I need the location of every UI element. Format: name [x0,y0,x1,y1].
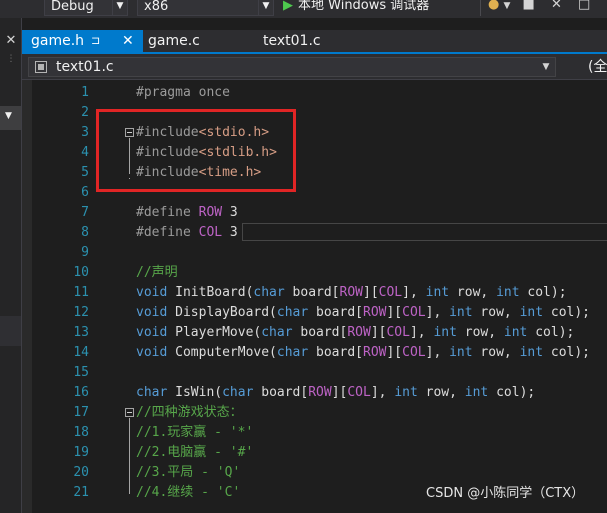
code-line[interactable]: 8 #define COL 3 [22,223,607,243]
code-text: void DisplayBoard(char board[ROW][COL], … [136,305,591,320]
chevron-down-icon: ▼ [5,111,12,121]
tab-label: game.c [148,33,200,49]
comment-icon[interactable]: □ [578,0,590,12]
code-text: #define COL 3 [136,225,238,240]
code-text: #define ROW 3 [136,205,238,220]
code-line[interactable]: 15 [22,363,607,383]
panel-item[interactable] [0,316,21,346]
solution-config-label: Debug [51,0,94,14]
code-text: void InitBoard(char board[ROW][COL], int… [136,285,567,300]
line-number: 3 [81,125,89,140]
code-line[interactable]: 10 //声明 [22,263,607,283]
code-text: void PlayerMove(char board[ROW][COL], in… [136,325,575,340]
code-line[interactable]: 13 void PlayerMove(char board[ROW][COL], … [22,323,607,343]
line-number: 1 [81,85,89,100]
code-line[interactable]: 18 //1.玩家赢 - '*' [22,423,607,443]
code-text: //声明 [136,265,178,280]
attach-icon[interactable]: ● [488,0,499,12]
line-number: 18 [73,425,89,440]
code-line[interactable]: 1 #pragma once [22,83,607,103]
platform-label: x86 [144,0,169,14]
code-text: //3.平局 - 'Q' [136,465,241,480]
code-line[interactable]: 16 char IsWin(char board[ROW][COL], int r… [22,383,607,403]
document-tabs: game.h ⊐ ✕ game.c text01.c [22,30,607,52]
line-number: 4 [81,145,89,160]
step-icon[interactable]: ■ [523,0,535,12]
tab-label: text01.c [263,33,321,49]
line-number: 6 [81,185,89,200]
code-line[interactable]: 12 void DisplayBoard(char board[ROW][COL]… [22,303,607,323]
code-text: #pragma once [136,85,230,100]
start-debugging-button[interactable]: ▶ 本地 Windows 调试器 [283,0,429,15]
tab-game-h[interactable]: game.h ⊐ ✕ [22,30,143,52]
line-number: 13 [73,325,89,340]
code-text: //四种游戏状态： [136,405,243,420]
chevron-down-icon[interactable]: ▼ [503,1,510,11]
project-dropdown[interactable]: text01.c ▼ [28,57,556,77]
line-number: 14 [73,345,89,360]
chevron-down-icon: ▼ [112,0,127,15]
code-line[interactable]: 7 #define ROW 3 [22,203,607,223]
code-line[interactable]: 19 //2.电脑赢 - '#' [22,443,607,463]
panel-dropdown[interactable]: ▼ [0,106,21,130]
line-number: 17 [73,405,89,420]
toolbar-icons: ● ▼ ■ ✕ □ [488,0,590,15]
code-line[interactable]: 20 //3.平局 - 'Q' [22,463,607,483]
navigation-bar: text01.c ▼ (全 [22,54,607,80]
code-text: //2.电脑赢 - '#' [136,445,254,460]
close-icon[interactable]: ✕ [0,33,22,48]
collapse-icon[interactable] [125,408,134,417]
line-number: 7 [81,205,89,220]
line-number: 12 [73,305,89,320]
tab-text01-c[interactable]: text01.c [263,30,321,52]
platform-dropdown[interactable]: x86 ▼ [137,0,274,16]
code-text: void ComputerMove(char board[ROW][COL], … [136,345,591,360]
toolbar: Debug ▼ x86 ▼ ▶ 本地 Windows 调试器 ● ▼ ■ ✕ □ [0,0,607,18]
line-number: 16 [73,385,89,400]
tab-game-c[interactable]: game.c [148,30,200,52]
toolbar-separator [480,0,481,16]
line-number: 5 [81,165,89,180]
code-line[interactable]: 9 [22,243,607,263]
code-line[interactable]: 11 void InitBoard(char board[ROW][COL], i… [22,283,607,303]
highlight-box [96,109,296,192]
chevron-down-icon: ▼ [258,0,273,15]
line-number: 8 [81,225,89,240]
close-icon[interactable]: ✕ [122,30,134,52]
outline-guide [129,418,130,494]
solution-config-dropdown[interactable]: Debug ▼ [44,0,128,16]
line-number: 10 [73,265,89,280]
left-tool-strip: ✕ ⋮ ▼ [0,18,22,513]
line-number: 21 [73,485,89,500]
code-line[interactable]: 17 //四种游戏状态： [22,403,607,423]
line-number: 9 [81,245,89,260]
chevron-down-icon: ▼ [542,62,550,72]
code-text: char IsWin(char board[ROW][COL], int row… [136,385,536,400]
run-label: 本地 Windows 调试器 [298,0,430,13]
line-number: 2 [81,105,89,120]
pin-icon[interactable]: ⊐ [91,30,100,52]
scope-dropdown[interactable]: (全 [588,58,607,76]
line-number: 20 [73,465,89,480]
play-icon: ▶ [283,0,293,13]
line-number: 15 [73,365,89,380]
code-line[interactable]: 14 void ComputerMove(char board[ROW][COL]… [22,343,607,363]
file-icon [35,61,47,73]
code-text: //1.玩家赢 - '*' [136,425,254,440]
grip-icon[interactable]: ⋮ [0,55,22,64]
project-name: text01.c [56,59,114,75]
code-text: //4.继续 - 'C' [136,485,241,500]
close-icon[interactable]: ✕ [551,0,562,12]
watermark: CSDN @小陈同学（CTX） [426,486,585,501]
line-number: 11 [73,285,89,300]
tab-label: game.h [31,33,85,49]
line-number: 19 [73,445,89,460]
